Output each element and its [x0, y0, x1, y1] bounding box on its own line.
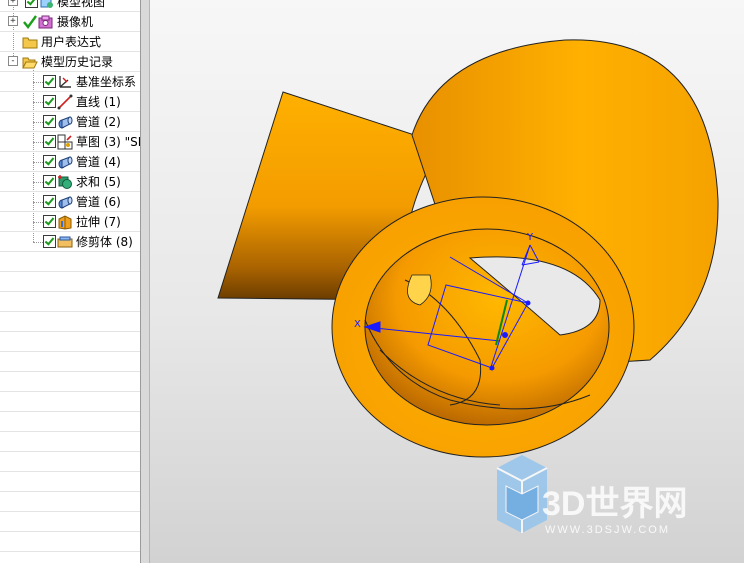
empty-row: [0, 292, 140, 312]
checkbox-icon[interactable]: [25, 0, 38, 8]
tree-item-label: 模型视图: [57, 0, 106, 9]
empty-row: [0, 312, 140, 332]
empty-row: [0, 472, 140, 492]
checkbox-icon[interactable]: [43, 115, 56, 128]
expand-icon[interactable]: +: [8, 16, 18, 26]
watermark-logo: [496, 455, 548, 533]
tree-item-label: 管道 (6): [76, 195, 121, 209]
empty-row: [0, 372, 140, 392]
checkbox-icon[interactable]: [43, 75, 56, 88]
empty-row: [0, 552, 140, 563]
panel-splitter[interactable]: [140, 0, 150, 563]
tree-item-datum-csys[interactable]: 基准坐标系: [0, 72, 140, 92]
folder-open-icon: [22, 57, 38, 69]
collapse-icon[interactable]: -: [8, 56, 18, 66]
tree-item-model-views[interactable]: + 模型视图: [0, 0, 140, 12]
part-navigator: + 模型视图 + 摄像机 用户表达式 - 模型历史记录 基准坐标系 直线 (1)…: [0, 0, 140, 563]
tree-item-extrude[interactable]: 拉伸 (7): [0, 212, 140, 232]
tube-icon: [58, 116, 73, 129]
model-views-icon: [40, 0, 53, 8]
tree-item-label: 修剪体 (8): [76, 235, 133, 249]
tree-item-camera[interactable]: + 摄像机: [0, 12, 140, 32]
tree-item-label: 草图 (3) "SKETCH_000": [76, 135, 140, 149]
tube-icon: [58, 196, 73, 209]
watermark-url: WWW.3DSJW.COM: [545, 524, 670, 536]
tree-item-trim-body[interactable]: 修剪体 (8): [0, 232, 140, 252]
tree-item-label: 管道 (4): [76, 155, 121, 169]
checkbox-icon[interactable]: [43, 215, 56, 228]
tree-item-label: 摄像机: [57, 15, 94, 29]
empty-row: [0, 252, 140, 272]
csys-x-label: X: [354, 319, 361, 330]
checkbox-icon[interactable]: [43, 175, 56, 188]
tube-icon: [58, 156, 73, 169]
tree-item-tube-2[interactable]: 管道 (2): [0, 112, 140, 132]
tree-item-label: 模型历史记录: [41, 55, 114, 69]
checkmark-icon: [23, 15, 37, 29]
empty-row: [0, 332, 140, 352]
empty-row: [0, 352, 140, 372]
tree-item-label: 基准坐标系: [76, 75, 137, 89]
empty-row: [0, 432, 140, 452]
camera-icon: [38, 15, 53, 29]
empty-row: [0, 452, 140, 472]
tree-item-line[interactable]: 直线 (1): [0, 92, 140, 112]
trim-body-icon: [57, 236, 73, 248]
tree-item-tube-6[interactable]: 管道 (6): [0, 192, 140, 212]
empty-row: [0, 272, 140, 292]
tree-item-sketch[interactable]: 草图 (3) "SKETCH_000": [0, 132, 140, 152]
checkbox-icon[interactable]: [43, 195, 56, 208]
tree-item-user-expressions[interactable]: 用户表达式: [0, 32, 140, 52]
extrude-icon: [58, 215, 72, 230]
checkbox-icon[interactable]: [43, 135, 56, 148]
checkbox-icon[interactable]: [43, 235, 56, 248]
empty-row: [0, 532, 140, 552]
checkbox-icon[interactable]: [43, 95, 56, 108]
tree-item-unite[interactable]: 求和 (5): [0, 172, 140, 192]
tree-item-label: 求和 (5): [76, 175, 121, 189]
checkbox-icon[interactable]: [43, 155, 56, 168]
expand-icon[interactable]: +: [8, 0, 18, 6]
tree-item-label: 直线 (1): [76, 95, 121, 109]
graphics-viewport[interactable]: Y X 3D世界网 WWW.3DSJW.COM: [150, 0, 744, 563]
empty-row: [0, 492, 140, 512]
line-icon: [57, 94, 73, 110]
datum-csys-icon: [59, 76, 71, 88]
tree-item-tube-4[interactable]: 管道 (4): [0, 152, 140, 172]
empty-row: [0, 512, 140, 532]
tree-item-model-history[interactable]: - 模型历史记录: [0, 52, 140, 72]
empty-row: [0, 412, 140, 432]
sketch-icon: [57, 134, 73, 150]
unite-icon: [58, 175, 72, 189]
tree-item-label: 管道 (2): [76, 115, 121, 129]
csys-y-label: Y: [526, 232, 534, 243]
tree-item-label: 拉伸 (7): [76, 215, 121, 229]
watermark-text: 3D世界网: [542, 485, 688, 523]
tree-item-label: 用户表达式: [41, 35, 102, 49]
folder-icon: [22, 37, 38, 49]
empty-row: [0, 392, 140, 412]
